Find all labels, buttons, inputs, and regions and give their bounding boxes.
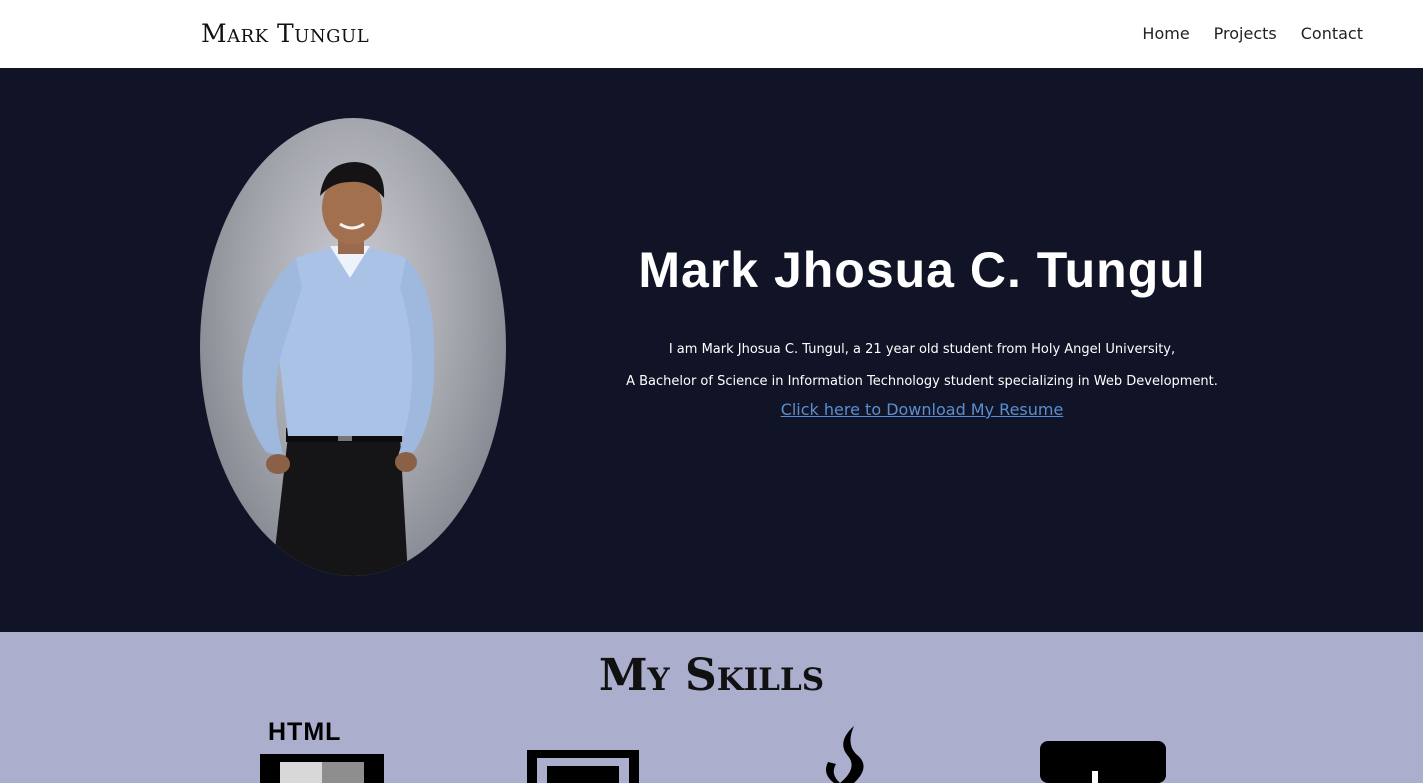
skills-section: My Skills HTML [0, 632, 1423, 783]
nav-links: Home Projects Contact [1142, 24, 1363, 43]
download-resume-link[interactable]: Click here to Download My Resume [781, 400, 1064, 419]
nav-projects-link[interactable]: Projects [1214, 24, 1277, 43]
hero-intro: Mark Jhosua C. Tungul I am Mark Jhosua C… [572, 238, 1272, 419]
html5-icon: HTML [258, 718, 388, 783]
hero-section: Mark Jhosua C. Tungul I am Mark Jhosua C… [0, 68, 1423, 632]
hero-name-heading: Mark Jhosua C. Tungul [638, 242, 1206, 298]
profile-photo [200, 118, 506, 576]
css3-icon [527, 750, 639, 783]
navbar: Mark Tungul Home Projects Contact [0, 0, 1423, 68]
brand-logo[interactable]: Mark Tungul [201, 19, 369, 48]
nav-home-link[interactable]: Home [1142, 24, 1189, 43]
code-editor-icon [1040, 741, 1166, 783]
skills-heading: My Skills [598, 650, 825, 701]
hero-intro-line-2: A Bachelor of Science in Information Tec… [626, 374, 1218, 389]
nav-contact-link[interactable]: Contact [1301, 24, 1363, 43]
java-icon [818, 726, 874, 783]
hero-intro-line-1: I am Mark Jhosua C. Tungul, a 21 year ol… [668, 342, 1176, 357]
